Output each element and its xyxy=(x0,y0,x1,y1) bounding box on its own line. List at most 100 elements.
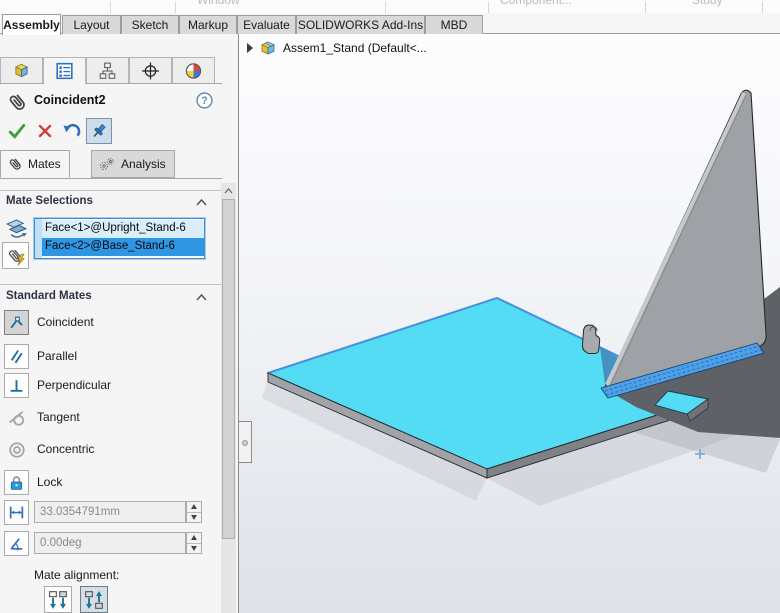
perpendicular-label: Perpendicular xyxy=(37,378,111,392)
toolbar-item-window: Window xyxy=(197,0,240,7)
display-manager-tab[interactable] xyxy=(172,57,215,83)
spin-down-icon[interactable] xyxy=(187,543,201,554)
tab-divider xyxy=(0,178,222,179)
mate-entities-icon xyxy=(3,216,30,240)
solidworks-window: Window Component... Study Assembly Layou… xyxy=(0,0,780,613)
tab-evaluate[interactable]: Evaluate xyxy=(237,15,296,34)
perpendicular-icon xyxy=(4,373,29,398)
help-icon[interactable]: ? xyxy=(196,92,213,109)
lock-label: Lock xyxy=(37,475,62,489)
configuration-manager-tab[interactable] xyxy=(86,57,129,83)
mate-option-coincident[interactable]: Coincident xyxy=(0,310,215,336)
mate-option-lock[interactable]: Lock xyxy=(0,470,215,496)
toolbar-item-study: Study xyxy=(692,0,723,7)
feature-tree-root[interactable]: Assem1_Stand (Default<... xyxy=(247,40,427,56)
distance-spinner[interactable] xyxy=(186,501,202,523)
selection-item-upright[interactable]: Face<1>@Upright_Stand-6 xyxy=(42,220,204,238)
appearances-icon xyxy=(184,62,203,80)
parallel-icon xyxy=(4,344,29,369)
lock-icon xyxy=(4,470,29,495)
3d-model-scene[interactable] xyxy=(239,34,780,613)
panel-splitter-handle[interactable] xyxy=(239,421,252,463)
angle-input[interactable]: 0.00deg xyxy=(34,532,186,554)
close-icon xyxy=(37,123,53,139)
distance-input[interactable]: 33.0354791mm xyxy=(34,501,186,523)
toolbar-separator xyxy=(762,2,763,13)
scrollbar-thumb[interactable] xyxy=(222,199,235,539)
property-manager-tab[interactable] xyxy=(43,57,86,84)
tab-assembly[interactable]: Assembly xyxy=(2,14,61,35)
paperclip-icon xyxy=(6,91,28,113)
tab-mates[interactable]: Mates xyxy=(0,150,70,178)
top-toolbar-strip: Window Component... Study xyxy=(0,0,780,13)
paperclip-lightning-icon xyxy=(6,246,26,266)
toolbar-separator xyxy=(175,2,176,13)
ok-button[interactable] xyxy=(4,118,30,144)
svg-text:?: ? xyxy=(201,95,207,107)
undo-button[interactable] xyxy=(58,118,84,144)
spin-up-icon[interactable] xyxy=(187,533,201,543)
mate-header: Coincident2 ? xyxy=(0,90,222,114)
collapse-chevron-icon[interactable] xyxy=(196,199,207,206)
distance-mate-row: 33.0354791mm xyxy=(0,500,215,524)
anti-aligned-icon xyxy=(84,590,104,610)
paperclip-icon xyxy=(7,156,23,172)
dimxpert-manager-tab[interactable] xyxy=(129,57,172,83)
anti-aligned-button[interactable] xyxy=(80,586,108,613)
toolbar-separator xyxy=(645,2,646,13)
property-manager-panel: Coincident2 ? xyxy=(0,34,239,613)
mate-option-perpendicular[interactable]: Perpendicular xyxy=(0,373,215,399)
scroll-up-icon[interactable] xyxy=(221,183,236,198)
tab-layout[interactable]: Layout xyxy=(62,15,121,34)
aligned-icon xyxy=(48,590,68,610)
coincident-icon xyxy=(4,310,29,335)
parallel-label: Parallel xyxy=(37,349,77,363)
tab-analysis[interactable]: Analysis xyxy=(91,150,175,178)
tab-analysis-label: Analysis xyxy=(121,157,166,171)
mate-alignment-label: Mate alignment: xyxy=(34,568,119,582)
toolbar-separator xyxy=(385,2,386,13)
tab-solidworks-add-ins[interactable]: SOLIDWORKS Add-Ins xyxy=(296,15,425,34)
spin-down-icon[interactable] xyxy=(187,512,201,523)
mate-option-concentric[interactable]: Concentric xyxy=(0,437,215,463)
concentric-icon xyxy=(4,437,29,462)
mate-actions xyxy=(0,116,222,146)
splitter-grip-icon xyxy=(242,440,248,446)
assembly-icon xyxy=(259,40,277,56)
spin-up-icon[interactable] xyxy=(187,502,201,512)
dimxpert-icon xyxy=(141,62,160,80)
undo-icon xyxy=(62,122,81,141)
mate-selection-list[interactable]: Face<1>@Upright_Stand-6 Face<2>@Base_Sta… xyxy=(34,218,205,259)
pin-icon xyxy=(90,122,108,140)
feature-manager-tab[interactable] xyxy=(0,57,43,83)
tab-sketch[interactable]: Sketch xyxy=(121,15,179,34)
group-divider xyxy=(0,284,222,285)
mate-option-parallel[interactable]: Parallel xyxy=(0,344,215,370)
coincident-label: Coincident xyxy=(37,315,94,329)
angle-spinner[interactable] xyxy=(186,532,202,554)
distance-icon[interactable] xyxy=(4,500,29,525)
mate-option-tangent[interactable]: Tangent xyxy=(0,405,215,431)
expand-arrow-icon[interactable] xyxy=(247,43,253,53)
graphics-viewport[interactable]: Assem1_Stand (Default<... xyxy=(239,34,780,613)
mates-analysis-tabs: Mates Analysis xyxy=(0,150,222,179)
tab-mates-label: Mates xyxy=(28,157,61,171)
concentric-label: Concentric xyxy=(37,442,94,456)
angle-icon[interactable] xyxy=(4,531,29,556)
panel-scrollbar[interactable] xyxy=(221,183,236,613)
part-icon xyxy=(12,62,31,80)
tangent-label: Tangent xyxy=(37,410,80,424)
collapse-chevron-icon[interactable] xyxy=(196,294,207,301)
multi-mate-button[interactable] xyxy=(2,242,29,269)
angle-mate-row: 0.00deg xyxy=(0,531,215,555)
standard-mates-title: Standard Mates xyxy=(6,290,92,302)
tab-markup[interactable]: Markup xyxy=(179,15,237,34)
cancel-button[interactable] xyxy=(32,118,58,144)
tab-mbd[interactable]: MBD xyxy=(425,15,483,34)
command-manager-tabs: Assembly Layout Sketch Markup Evaluate S… xyxy=(0,13,780,34)
aligned-button[interactable] xyxy=(44,586,72,613)
pin-button[interactable] xyxy=(86,118,112,144)
assembly-tree-label[interactable]: Assem1_Stand (Default<... xyxy=(283,41,427,55)
toolbar-item-component: Component... xyxy=(500,0,572,7)
selection-item-base[interactable]: Face<2>@Base_Stand-6 xyxy=(42,238,204,256)
